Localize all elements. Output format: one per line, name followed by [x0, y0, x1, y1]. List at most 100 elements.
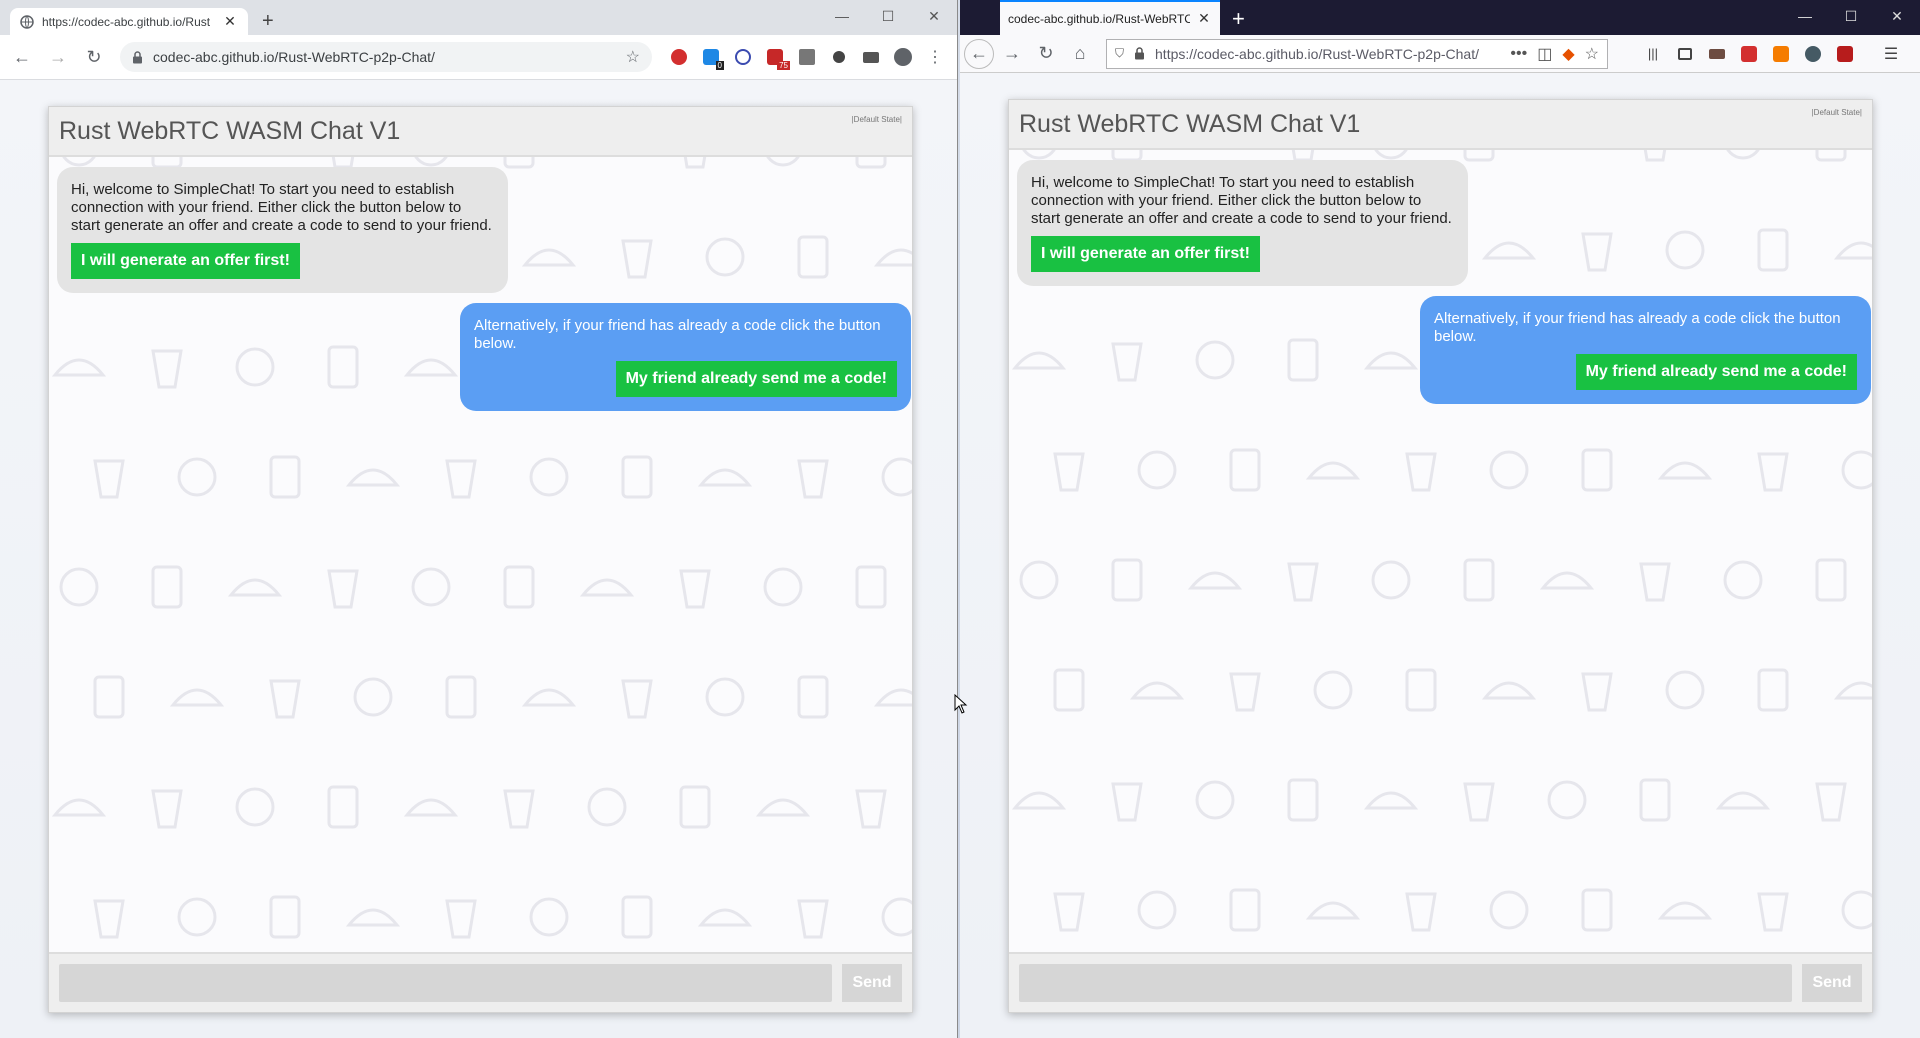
- chrome-window: https://codec-abc.github.io/Rust ✕ + — ☐…: [0, 0, 958, 1038]
- food-pattern-icon: [227, 578, 283, 597]
- forward-button[interactable]: →: [42, 41, 74, 73]
- shield-extension-icon[interactable]: [1736, 41, 1762, 67]
- page-viewport: Rust WebRTC WASM Chat V1 |Default State|…: [960, 73, 1920, 1038]
- back-button[interactable]: ←: [964, 38, 994, 69]
- food-pattern-icon: [621, 455, 653, 499]
- chat-title: Rust WebRTC WASM Chat V1: [59, 116, 401, 145]
- food-pattern-icon: [1187, 571, 1243, 590]
- close-window-button[interactable]: ✕: [911, 0, 957, 32]
- card-extension-icon[interactable]: [858, 44, 884, 70]
- food-pattern-icon: [445, 899, 477, 939]
- more-actions-icon[interactable]: •••: [1510, 45, 1527, 63]
- food-pattern-icon: [1489, 890, 1529, 930]
- food-pattern-icon: [1287, 778, 1319, 822]
- pocket-icon[interactable]: ◫: [1537, 44, 1552, 64]
- food-pattern-icon: [1011, 791, 1067, 810]
- food-pattern-icon: [151, 565, 183, 609]
- welcome-message: Hi, welcome to SimpleChat! To start you …: [1017, 160, 1468, 286]
- address-bar[interactable]: ⛉ https://codec-abc.github.io/Rust-WebRT…: [1106, 38, 1608, 69]
- block-icon[interactable]: [730, 44, 756, 70]
- food-pattern-icon: [269, 895, 301, 939]
- food-pattern-icon: [881, 897, 912, 937]
- maximize-button[interactable]: ☐: [865, 0, 911, 32]
- food-pattern-icon: [177, 457, 217, 497]
- address-bar[interactable]: codec-abc.github.io/Rust-WebRTC-p2p-Chat…: [120, 42, 652, 72]
- star-icon[interactable]: ☆: [626, 47, 640, 67]
- code-button-row: My friend already send me a code!: [1434, 350, 1857, 390]
- code-button-row: My friend already send me a code!: [474, 357, 897, 397]
- close-window-button[interactable]: ✕: [1874, 0, 1920, 32]
- tab-title: https://codec-abc.github.io/Rust: [42, 14, 211, 29]
- minimize-button[interactable]: —: [1782, 0, 1828, 32]
- extension-icon-d[interactable]: [1768, 41, 1794, 67]
- food-pattern-icon: [679, 569, 711, 609]
- food-pattern-icon: [59, 567, 99, 607]
- food-pattern-icon: [1657, 901, 1713, 920]
- new-tab-button[interactable]: +: [1232, 6, 1245, 32]
- food-pattern-icon: [1137, 890, 1177, 930]
- library-icon[interactable]: |||: [1640, 41, 1666, 67]
- food-pattern-icon: [345, 468, 401, 487]
- chrome-tab[interactable]: https://codec-abc.github.io/Rust ✕: [10, 8, 248, 35]
- food-pattern-icon: [1111, 782, 1143, 822]
- have-code-button[interactable]: My friend already send me a code!: [615, 361, 897, 397]
- extension-icon-b[interactable]: 75: [762, 44, 790, 70]
- food-pattern-icon: [529, 897, 569, 937]
- message-input[interactable]: [59, 964, 832, 1002]
- close-tab-icon[interactable]: ✕: [222, 13, 238, 30]
- extension-icon-c[interactable]: [1704, 41, 1730, 67]
- circle-extension-icon[interactable]: [826, 44, 852, 70]
- chrome-tab-strip: https://codec-abc.github.io/Rust ✕ + — ☐…: [0, 0, 957, 35]
- food-pattern-icon: [1639, 562, 1671, 602]
- food-pattern-icon: [855, 565, 887, 609]
- food-pattern-icon: [1665, 670, 1705, 710]
- generate-offer-button[interactable]: I will generate an offer first!: [71, 243, 300, 279]
- reload-button[interactable]: ↻: [1030, 38, 1062, 70]
- state-label: |Default State|: [1811, 108, 1862, 117]
- food-pattern-icon: [1195, 780, 1235, 820]
- back-button[interactable]: ←: [6, 41, 38, 73]
- menu-icon[interactable]: ⋮: [922, 44, 948, 70]
- food-pattern-icon: [411, 567, 451, 607]
- food-pattern-icon: [151, 789, 183, 829]
- send-button[interactable]: Send: [1802, 964, 1862, 1002]
- sidebar-icon[interactable]: [1672, 41, 1698, 67]
- food-pattern-icon: [345, 908, 401, 927]
- ublock-icon[interactable]: [1832, 41, 1858, 67]
- account-icon[interactable]: [1800, 41, 1826, 67]
- welcome-text: Hi, welcome to SimpleChat! To start you …: [1031, 174, 1452, 227]
- chat-container: Rust WebRTC WASM Chat V1 |Default State|…: [1008, 99, 1873, 1013]
- adblock-icon[interactable]: [666, 44, 692, 70]
- star-icon[interactable]: ☆: [1585, 44, 1599, 64]
- firefox-tab[interactable]: codec-abc.github.io/Rust-WebRTC ✕: [1000, 2, 1220, 35]
- food-pattern-icon: [1229, 672, 1261, 712]
- back-icon: ←: [970, 43, 988, 63]
- close-tab-icon[interactable]: ✕: [1196, 10, 1212, 27]
- minimize-button[interactable]: —: [819, 0, 865, 32]
- maximize-button[interactable]: ☐: [1828, 0, 1874, 32]
- new-tab-button[interactable]: +: [262, 11, 274, 31]
- food-pattern-icon: [1405, 892, 1437, 932]
- message-input[interactable]: [1019, 964, 1792, 1002]
- send-button[interactable]: Send: [842, 964, 902, 1002]
- profile-icon[interactable]: [890, 44, 916, 70]
- food-pattern-icon: [855, 789, 887, 829]
- food-pattern-icon: [93, 899, 125, 939]
- generate-offer-button[interactable]: I will generate an offer first!: [1031, 236, 1260, 272]
- menu-icon[interactable]: ☰: [1878, 41, 1904, 67]
- extension-icon-a[interactable]: 0: [698, 44, 724, 70]
- food-pattern-icon: [1229, 448, 1261, 492]
- forward-button[interactable]: →: [996, 38, 1028, 70]
- food-pattern-icon: [697, 908, 753, 927]
- extension-icon[interactable]: ◆: [1562, 44, 1574, 64]
- have-code-button[interactable]: My friend already send me a code!: [1575, 354, 1857, 390]
- reload-icon: ↻: [1038, 43, 1054, 63]
- food-pattern-icon: [1463, 782, 1495, 822]
- reload-button[interactable]: ↻: [78, 41, 110, 73]
- food-pattern-icon: [1053, 668, 1085, 712]
- food-pattern-icon: [1287, 562, 1319, 602]
- image-extension-icon[interactable]: [794, 44, 820, 70]
- home-button[interactable]: ⌂: [1064, 38, 1096, 70]
- food-pattern-icon: [1053, 452, 1085, 492]
- food-pattern-icon: [521, 688, 577, 707]
